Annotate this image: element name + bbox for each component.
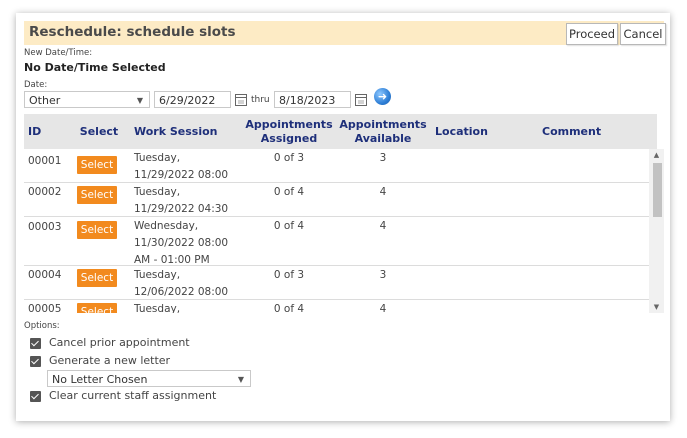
reschedule-dialog: Reschedule: schedule slots Proceed Cance…: [16, 13, 670, 421]
table-row: 00002 Select Tuesday, 11/29/2022 04:30 P…: [24, 183, 649, 232]
table-row: 00004 Select Tuesday, 12/06/2022 08:00 A…: [24, 266, 649, 313]
date-from-input[interactable]: 6/29/2022: [154, 91, 231, 108]
row-available: 4: [379, 220, 387, 232]
row-id: 00004: [28, 269, 62, 281]
scroll-down-arrow-icon[interactable]: ▼: [649, 301, 664, 313]
col-comment: Comment: [542, 124, 602, 138]
scroll-up-arrow-icon[interactable]: ▲: [649, 149, 664, 161]
grid-header: ID Select Work Session Appointments Assi…: [24, 114, 657, 149]
chevron-down-icon: ▼: [237, 375, 244, 384]
chevron-down-icon: ▼: [136, 96, 143, 105]
row-assigned: 0 of 3: [273, 152, 305, 164]
row-assigned: 0 of 3: [273, 269, 305, 281]
table-row: 00001 Select Tuesday, 11/29/2022 08:00 A…: [24, 149, 649, 198]
grid-body: 00001 Select Tuesday, 11/29/2022 08:00 A…: [24, 149, 649, 313]
cancel-prior-label: Cancel prior appointment: [49, 336, 190, 349]
row-work-session: Tuesday, 12/06/2022: [134, 303, 181, 313]
letter-select[interactable]: No Letter Chosen ▼: [47, 370, 251, 387]
row-assigned: 0 of 4: [273, 220, 305, 232]
col-work-session: Work Session: [134, 124, 218, 138]
select-button[interactable]: Select: [77, 269, 117, 287]
schedule-slots-grid: ID Select Work Session Appointments Assi…: [24, 114, 664, 313]
row-assigned: 0 of 4: [273, 303, 305, 313]
date-to-input[interactable]: 8/18/2023: [274, 91, 351, 108]
generate-letter-checkbox[interactable]: [30, 356, 41, 367]
row-work-session: Wednesday, 11/30/2022 08:00 AM - 01:00 P…: [134, 220, 229, 266]
row-available: 4: [379, 186, 387, 198]
refresh-go-icon[interactable]: ➜: [374, 88, 391, 105]
date-range-select[interactable]: Other ▼: [24, 91, 150, 108]
grid-scrollbar[interactable]: ▲ ▼: [649, 149, 664, 313]
select-button[interactable]: Select: [77, 221, 117, 239]
row-available: 3: [379, 269, 387, 281]
row-id: 00005: [28, 303, 62, 313]
col-location: Location: [435, 124, 488, 138]
select-button[interactable]: Select: [77, 186, 117, 204]
scroll-thumb[interactable]: [653, 163, 662, 217]
col-select: Select: [79, 124, 119, 138]
row-assigned: 0 of 4: [273, 186, 305, 198]
date-range-selected: Other: [29, 94, 61, 107]
table-row: 00005 Select Tuesday, 12/06/2022 0 of 4 …: [24, 300, 649, 313]
col-appointments-available: Appointments Available: [339, 117, 427, 145]
clear-staff-checkbox[interactable]: [30, 391, 41, 402]
col-appointments-assigned: Appointments Assigned: [245, 117, 333, 145]
select-button[interactable]: Select: [77, 303, 117, 313]
letter-selected: No Letter Chosen: [52, 373, 148, 386]
select-button[interactable]: Select: [77, 156, 117, 174]
row-id: 00003: [28, 221, 62, 233]
calendar-icon[interactable]: [235, 94, 247, 106]
table-row: 00003 Select Wednesday, 11/30/2022 08:00…: [24, 217, 649, 266]
clear-staff-label: Clear current staff assignment: [49, 389, 217, 402]
new-datetime-label: New Date/Time:: [24, 48, 93, 58]
col-id: ID: [28, 124, 42, 138]
row-available: 3: [379, 152, 387, 164]
row-available: 4: [379, 303, 387, 313]
cancel-prior-checkbox[interactable]: [30, 338, 41, 349]
dialog-title: Reschedule: schedule slots: [29, 24, 236, 40]
row-id: 00001: [28, 155, 62, 167]
thru-label: thru: [251, 95, 270, 105]
cancel-button[interactable]: Cancel: [620, 23, 666, 45]
calendar-icon[interactable]: [355, 94, 367, 106]
dialog-title-bar: Reschedule: schedule slots Proceed Cance…: [24, 21, 666, 45]
options-label: Options:: [24, 321, 60, 331]
row-id: 00002: [28, 186, 62, 198]
date-label: Date:: [24, 80, 48, 90]
new-datetime-value: No Date/Time Selected: [24, 61, 166, 74]
proceed-button[interactable]: Proceed: [566, 23, 618, 45]
generate-letter-label: Generate a new letter: [49, 354, 171, 367]
